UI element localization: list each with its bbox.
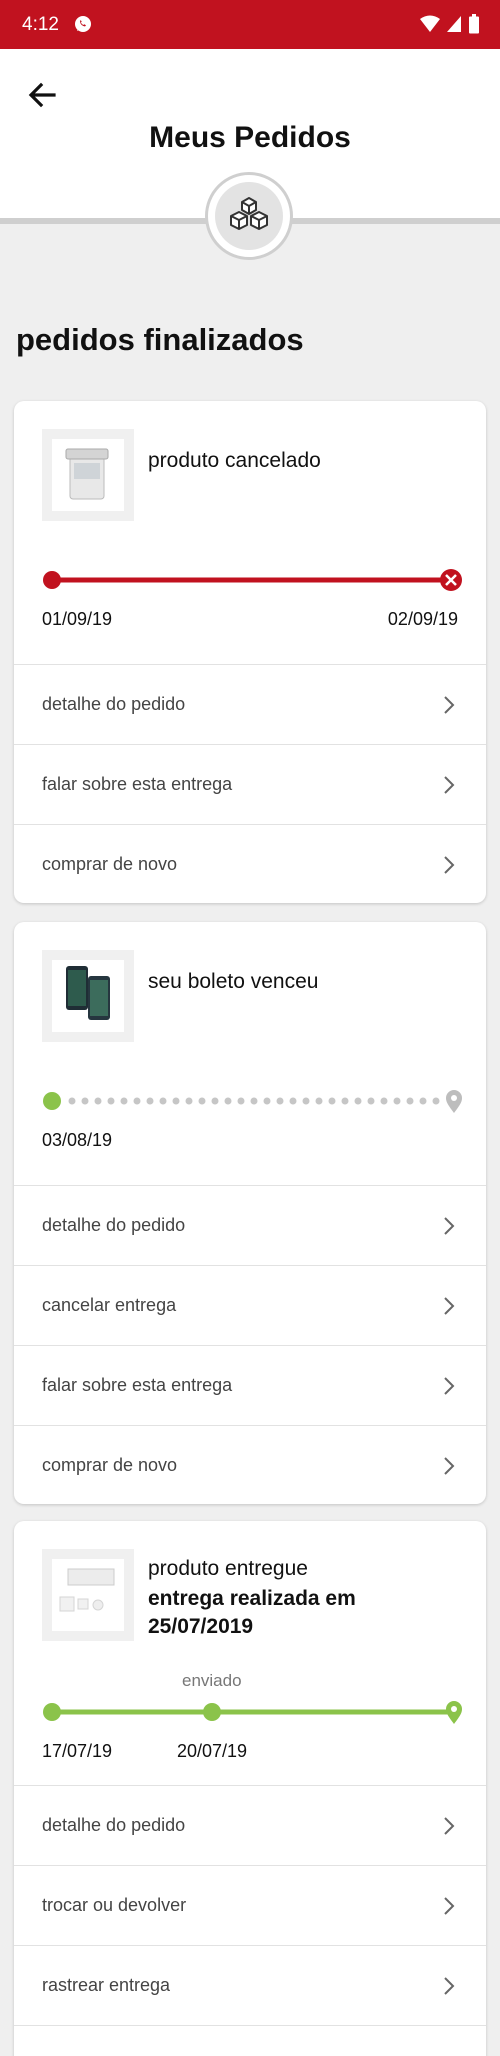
action-buy-again[interactable]: comprar de novo [14,824,486,903]
action-label: detalhe do pedido [42,1815,186,1835]
product-thumbnail[interactable] [42,950,134,1042]
timeline-mid-date: 20/07/19 [177,1741,248,1761]
boxes-icon [230,197,268,230]
chevron-right-icon [444,696,455,714]
header-emblem [205,172,293,260]
timeline-start-dot [43,571,61,589]
timeline-start-date: 01/09/19 [42,609,113,629]
signal-icon [447,16,461,32]
action-label: falar sobre esta entrega [42,774,233,794]
order-status: produto entregue [148,1557,308,1580]
product-thumbnail[interactable] [42,1549,134,1641]
action-label: falar sobre esta entrega [42,1375,233,1395]
timeline-bar [43,1701,462,1724]
status-bar: 4:12 [0,0,500,49]
action-label: comprar de novo [42,854,178,874]
wifi-icon [420,15,440,32]
action-label: detalhe do pedido [42,1215,186,1235]
action-talk-delivery[interactable]: falar sobre esta entrega [14,744,486,824]
product-kit-image [59,1568,115,1612]
action-label: trocar ou devolver [42,1895,187,1915]
order-status: seu boleto venceu [148,970,319,993]
action-track-delivery[interactable]: rastrear entrega [14,1945,486,2025]
action-exchange-return[interactable]: trocar ou devolver [14,1865,486,1945]
action-buy-again[interactable]: comprar de novo [14,1425,486,1504]
action-row-partial[interactable] [14,2025,486,2056]
chevron-right-icon [444,1297,455,1315]
action-order-detail[interactable]: detalhe do pedido [14,1785,486,1865]
order-card: produto cancelado 01/09/19 02/09/19 deta… [14,401,486,903]
order-card: produto entregue entrega realizada em 25… [14,1521,486,2056]
chevron-right-icon [444,856,455,874]
order-timeline: 01/09/19 02/09/19 [14,565,486,629]
action-talk-delivery[interactable]: falar sobre esta entrega [14,1345,486,1425]
timeline-start-dot [43,1092,61,1110]
chevron-right-icon [444,1977,455,1995]
timeline-pending-dots [68,1097,440,1105]
cancel-x-icon [440,569,462,591]
timeline-start-date: 17/07/19 [42,1741,113,1761]
back-arrow-icon[interactable] [24,77,60,113]
location-pin-icon [446,1701,462,1724]
chevron-right-icon [444,1457,455,1475]
timeline-start-dot [43,1703,61,1721]
delivery-info: entrega realizada em 25/07/2019 [148,1587,356,1638]
order-card: seu boleto venceu 03/08/19 detalhe do pe… [14,922,486,1504]
timeline-mid-dot [203,1703,221,1721]
product-thumbnail[interactable] [42,429,134,521]
order-timeline: 03/08/19 [14,1086,486,1150]
action-label: detalhe do pedido [42,694,186,714]
section-title: pedidos finalizados [16,322,304,357]
smartphone-image [66,966,110,1020]
timeline-mid-label: enviado [182,1671,242,1690]
action-label: cancelar entrega [42,1295,177,1315]
chevron-right-icon [444,1377,455,1395]
action-order-detail[interactable]: detalhe do pedido [14,664,486,744]
timeline-start-date: 03/08/19 [42,1130,113,1150]
timeline-end-date: 02/09/19 [387,609,458,629]
order-status: produto cancelado [148,449,321,472]
status-time: 4:12 [22,14,59,35]
whatsapp-icon [75,16,91,32]
washing-machine-image [65,448,109,500]
action-order-detail[interactable]: detalhe do pedido [14,1185,486,1265]
battery-icon [469,14,479,34]
location-pin-icon [446,1090,462,1113]
timeline-bar [43,1090,462,1113]
action-label: rastrear entrega [42,1975,171,1995]
timeline-bar [43,569,462,591]
order-timeline-bar: 17/07/19 20/07/19 [14,1697,486,1761]
page-title: Meus Pedidos [149,121,351,154]
chevron-right-icon [444,1217,455,1235]
chevron-right-icon [444,776,455,794]
chevron-right-icon [444,1817,455,1835]
action-cancel-delivery[interactable]: cancelar entrega [14,1265,486,1345]
action-label: comprar de novo [42,1455,178,1475]
chevron-right-icon [444,1897,455,1915]
